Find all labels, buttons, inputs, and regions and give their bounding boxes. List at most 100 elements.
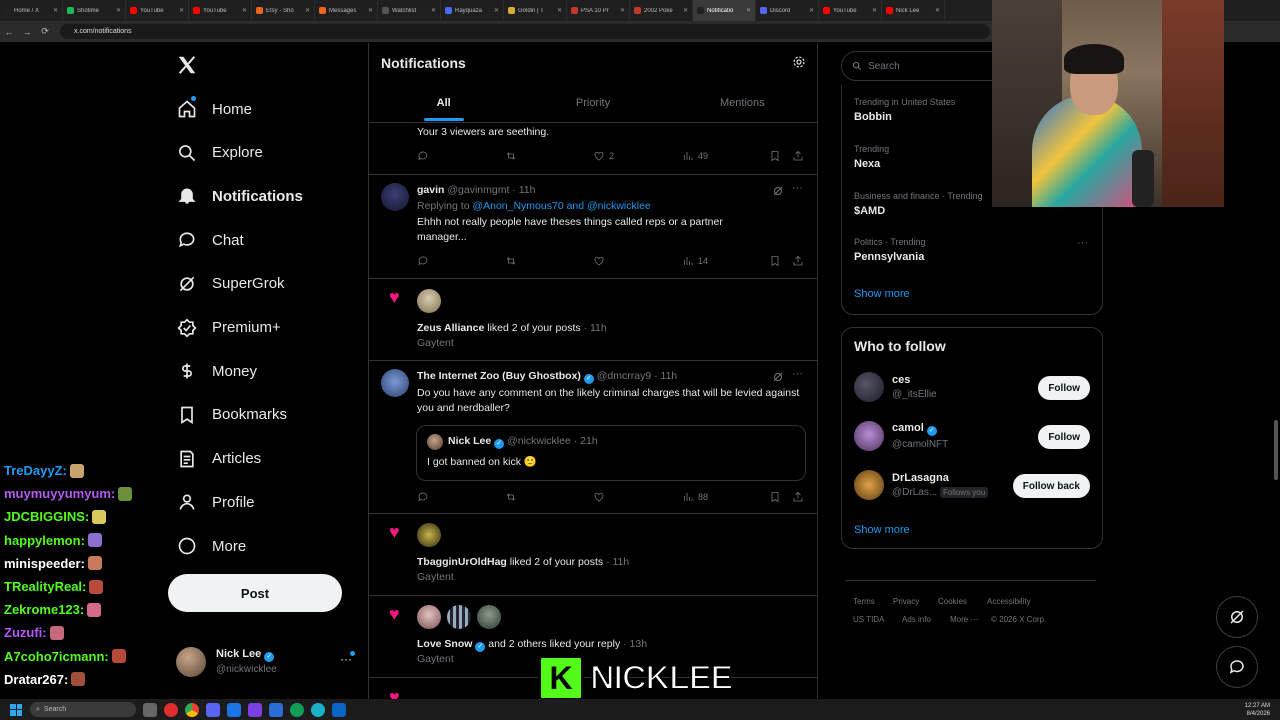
close-tab-icon[interactable]: ✕ <box>557 7 562 14</box>
author-name[interactable]: TbagginUrOldHag <box>417 556 507 568</box>
notification-item[interactable]: ♥ Zeus Alliance liked 2 of your posts · … <box>369 279 817 361</box>
app-icon[interactable] <box>269 702 283 717</box>
browser-tab[interactable]: 2002 Poke ✕ <box>630 0 693 21</box>
heart-icon[interactable] <box>593 491 605 503</box>
bookmark-icon[interactable] <box>769 255 781 267</box>
sidebar-item-chat[interactable]: Chat <box>176 225 244 255</box>
close-tab-icon[interactable]: ✕ <box>368 7 373 14</box>
edge-icon[interactable] <box>311 702 325 717</box>
task-view-icon[interactable] <box>143 702 157 717</box>
browser-tab[interactable]: YouTube ✕ <box>126 0 189 21</box>
x-logo-icon[interactable] <box>176 54 198 76</box>
reply-icon[interactable] <box>417 491 429 503</box>
follow-back-button[interactable]: Follow back <box>1012 474 1090 498</box>
browser-tab[interactable]: Goldin | T ✕ <box>504 0 567 21</box>
tab-priority[interactable]: Priority <box>518 87 667 122</box>
browser-tab[interactable]: Discord ✕ <box>756 0 819 21</box>
close-tab-icon[interactable]: ✕ <box>683 7 688 14</box>
bookmark-icon[interactable] <box>769 491 781 503</box>
follow-button[interactable]: Follow <box>1038 425 1090 449</box>
close-tab-icon[interactable]: ✕ <box>809 7 814 14</box>
repost-icon[interactable] <box>505 491 517 503</box>
sidebar-item-home[interactable]: Home <box>176 94 252 124</box>
opera-icon[interactable] <box>164 702 178 717</box>
app-icon[interactable] <box>332 702 346 717</box>
sidebar-item-notifications[interactable]: Notifications <box>176 181 303 211</box>
back-icon[interactable]: ← <box>0 27 18 37</box>
account-switcher[interactable]: Nick Lee ✓ @nickwicklee ··· <box>176 646 356 680</box>
sidebar-item-premium-[interactable]: Premium+ <box>176 313 281 343</box>
sidebar-item-articles[interactable]: Articles <box>176 444 261 474</box>
footer-link[interactable]: Privacy <box>893 597 919 606</box>
tab-all[interactable]: All <box>369 87 518 122</box>
close-tab-icon[interactable]: ✕ <box>116 7 121 14</box>
footer-link[interactable]: Accessibility <box>987 597 1031 606</box>
messages-fab[interactable] <box>1216 646 1258 688</box>
share-icon[interactable] <box>792 150 804 162</box>
grok-icon[interactable] <box>772 370 784 382</box>
close-tab-icon[interactable]: ✕ <box>431 7 436 14</box>
windows-start-icon[interactable] <box>10 703 22 716</box>
suggested-account[interactable]: DrLasagna @DrLas... Follows you <box>854 470 989 500</box>
like-button[interactable]: 2 <box>593 150 614 162</box>
grok-icon[interactable] <box>772 184 784 196</box>
browser-tab[interactable]: YouTube ✕ <box>819 0 882 21</box>
taskbar-clock[interactable]: 12:27 AM 8/4/2026 <box>1245 702 1270 718</box>
close-tab-icon[interactable]: ✕ <box>305 7 310 14</box>
close-tab-icon[interactable]: ✕ <box>935 7 940 14</box>
quoted-post[interactable]: Nick Lee ✓ @nickwicklee · 21h I got bann… <box>416 425 806 481</box>
app-icon[interactable] <box>227 702 241 717</box>
chrome-icon[interactable] <box>185 702 199 717</box>
views-button[interactable]: 14 <box>682 255 708 267</box>
heart-icon[interactable] <box>593 255 605 267</box>
sidebar-item-profile[interactable]: Profile <box>176 487 255 517</box>
browser-tab[interactable]: Shotime ✕ <box>63 0 126 21</box>
browser-tab[interactable]: Nick Lee ✕ <box>882 0 945 21</box>
footer-link[interactable]: US TIDA <box>853 615 884 624</box>
reply-icon[interactable] <box>417 255 429 267</box>
grok-fab[interactable] <box>1216 596 1258 638</box>
more-dots-icon[interactable]: ··· <box>1077 237 1088 249</box>
tab-mentions[interactable]: Mentions <box>668 87 817 122</box>
repost-icon[interactable] <box>505 150 517 162</box>
replying-to-link[interactable]: @Anon_Nymous70 and @nickwicklee <box>472 200 650 212</box>
share-icon[interactable] <box>792 255 804 267</box>
repost-icon[interactable] <box>505 255 517 267</box>
browser-tab[interactable]: Rayquaza ✕ <box>441 0 504 21</box>
trend-item[interactable]: Business and finance · Trending $AMD <box>854 191 983 217</box>
url-field[interactable]: x.com/notifications <box>60 24 990 39</box>
author-name[interactable]: Zeus Alliance <box>417 322 484 334</box>
follow-button[interactable]: Follow <box>1038 376 1090 400</box>
suggested-account[interactable]: camol ✓ @camolNFT <box>854 421 948 451</box>
sidebar-item-money[interactable]: Money <box>176 356 257 386</box>
more-dots-icon[interactable]: ··· <box>792 368 803 380</box>
close-tab-icon[interactable]: ✕ <box>872 7 877 14</box>
notification-item[interactable]: The Internet Zoo (Buy Ghostbox) ✓ @dmcrr… <box>369 361 817 514</box>
footer-link[interactable]: Cookies <box>938 597 967 606</box>
views-button[interactable]: 49 <box>682 150 708 162</box>
close-tab-icon[interactable]: ✕ <box>746 7 751 14</box>
notification-item[interactable]: gavin @gavinmgmt · 11h ··· Replying to @… <box>369 175 817 279</box>
footer-link[interactable]: Terms <box>853 597 875 606</box>
browser-tab[interactable]: Messages ✕ <box>315 0 378 21</box>
show-more-link[interactable]: Show more <box>854 524 910 536</box>
sidebar-item-explore[interactable]: Explore <box>176 138 263 168</box>
close-tab-icon[interactable]: ✕ <box>620 7 625 14</box>
show-more-link[interactable]: Show more <box>854 288 910 300</box>
app-icon[interactable] <box>290 702 304 717</box>
sidebar-item-more[interactable]: More <box>176 531 246 561</box>
app-icon[interactable] <box>248 702 262 717</box>
share-icon[interactable] <box>792 491 804 503</box>
notification-item[interactable]: ♥ TbagginUrOldHag liked 2 of your posts … <box>369 514 817 596</box>
scrollbar[interactable] <box>1274 420 1278 480</box>
forward-icon[interactable]: → <box>18 27 36 37</box>
browser-tab[interactable]: YouTube ✕ <box>189 0 252 21</box>
post-button[interactable]: Post <box>168 574 342 612</box>
footer-link[interactable]: Ads info <box>902 615 931 624</box>
trend-item[interactable]: Politics · Trending Pennsylvania <box>854 237 926 263</box>
close-tab-icon[interactable]: ✕ <box>242 7 247 14</box>
close-tab-icon[interactable]: ✕ <box>53 7 58 14</box>
notification-item[interactable]: Your 3 viewers are seething. 2 49 <box>369 123 817 175</box>
more-dots-icon[interactable]: ··· <box>792 182 803 194</box>
close-tab-icon[interactable]: ✕ <box>179 7 184 14</box>
